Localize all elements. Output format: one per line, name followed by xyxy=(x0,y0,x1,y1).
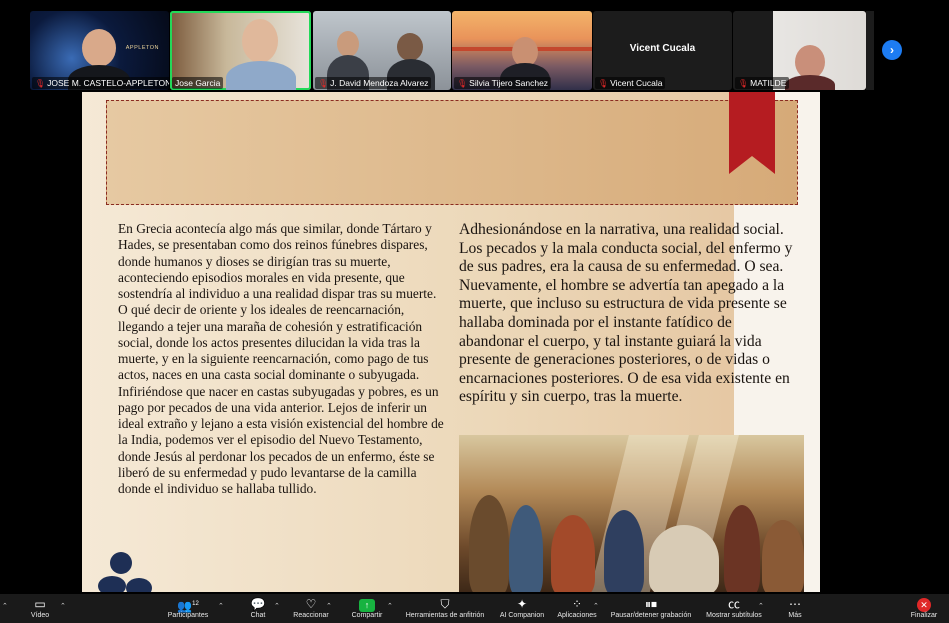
next-page-chevron-icon[interactable]: › xyxy=(882,40,902,60)
participant-body xyxy=(785,75,835,90)
painting-figure xyxy=(604,510,644,592)
document-header-banner xyxy=(106,100,798,205)
participant-name-tag: 🎙 JOSE M. CASTELO-APPLETON xyxy=(32,77,169,89)
apps-caret-icon[interactable]: ⌃ xyxy=(593,602,599,610)
decorative-dot xyxy=(126,578,152,592)
participants-caret-icon[interactable]: ⌃ xyxy=(218,602,224,610)
participant-name-tag: 🎙 MATILDE xyxy=(735,77,790,89)
painting-figure xyxy=(762,520,804,592)
decorative-dot xyxy=(98,576,126,592)
participant-name-tag: 🎙 J. David Mendoza Alvarez xyxy=(315,77,432,89)
painting-figure xyxy=(649,525,719,592)
participant-name-tag: 🎙 Silvia Tijero Sanchez xyxy=(454,77,552,89)
chat-caret-icon[interactable]: ⌃ xyxy=(274,602,280,610)
participant-face xyxy=(337,31,359,57)
video-camera-icon: ▭ xyxy=(34,597,46,611)
reactions-caret-icon[interactable]: ⌃ xyxy=(326,602,332,610)
host-tools-button[interactable]: ⛉ Herramientas de anfitrión xyxy=(403,597,487,619)
ai-companion-button[interactable]: ✦ AI Companion xyxy=(497,597,547,619)
shield-icon: ⛉ xyxy=(440,597,450,611)
participant-face xyxy=(795,45,825,79)
mic-off-icon: 🎙 xyxy=(457,78,468,88)
participant-tile[interactable]: Vicent Cucala 🎙 Vicent Cucala xyxy=(593,11,732,90)
mic-off-icon: 🎙 xyxy=(598,78,609,88)
participant-name-tag: Jose Garcia xyxy=(172,77,224,89)
recording-button[interactable]: ⏸⏹ Pausar/detener grabación xyxy=(608,597,694,619)
participants-button[interactable]: 👥12 Participantes xyxy=(162,597,214,619)
close-icon: ✕ xyxy=(917,598,931,612)
chat-bubble-icon: 💬 xyxy=(250,597,266,611)
chat-button[interactable]: 💬 Chat xyxy=(244,597,272,619)
captions-button[interactable]: ㏄ Mostrar subtítulos xyxy=(703,597,765,619)
painting-figure xyxy=(509,505,543,592)
painting-figure xyxy=(469,495,509,592)
participant-tile-active[interactable]: Jose Garcia xyxy=(170,11,311,90)
decorative-dot xyxy=(110,552,132,574)
share-screen-button[interactable]: ↑ Compartir xyxy=(348,597,386,619)
share-arrow-icon: ↑ xyxy=(359,599,375,612)
document-left-column: En Grecia acontecía algo más que similar… xyxy=(118,221,444,496)
meeting-toolbar: ⌃ ▭ Vídeo ⌃ 👥12 Participantes ⌃ 💬 Chat ⌃… xyxy=(0,594,949,623)
captions-caret-icon[interactable]: ⌃ xyxy=(758,602,764,610)
more-button[interactable]: ⋯ Más xyxy=(782,597,808,619)
apps-button[interactable]: ⁘ Aplicaciones xyxy=(556,597,598,619)
more-dots-icon: ⋯ xyxy=(789,597,801,611)
painting-figure xyxy=(724,505,760,592)
participant-body xyxy=(226,61,296,90)
people-icon: 👥12 xyxy=(177,599,199,613)
participant-strip: APPLETON 🎙 JOSE M. CASTELO-APPLETON Jose… xyxy=(0,0,949,94)
participant-tile[interactable]: 🎙 MATILDE xyxy=(733,11,866,90)
mic-off-icon: 🎙 xyxy=(738,78,749,88)
closed-captions-icon: ㏄ xyxy=(727,597,740,611)
audio-options-caret-icon[interactable]: ⌃ xyxy=(2,602,8,610)
apps-grid-icon: ⁘ xyxy=(571,597,583,611)
video-options-caret-icon[interactable]: ⌃ xyxy=(60,602,66,610)
share-caret-icon[interactable]: ⌃ xyxy=(387,602,393,610)
religious-painting-image xyxy=(459,435,804,592)
shared-screen-document: En Grecia acontecía algo más que similar… xyxy=(82,92,820,592)
participant-name-tag: 🎙 Vicent Cucala xyxy=(595,77,666,89)
participant-tile[interactable]: 🎙 Silvia Tijero Sanchez xyxy=(452,11,592,90)
participant-face xyxy=(397,33,423,61)
participant-display-name: Vicent Cucala xyxy=(629,43,696,54)
participant-tile[interactable]: 🎙 J. David Mendoza Alvarez xyxy=(313,11,451,90)
pause-stop-icon: ⏸⏹ xyxy=(644,597,657,611)
participant-tile[interactable]: APPLETON 🎙 JOSE M. CASTELO-APPLETON xyxy=(30,11,169,90)
strip-spacer xyxy=(866,11,874,90)
document-right-column: Adhesionándose en la narrativa, una real… xyxy=(459,221,793,406)
participant-face xyxy=(82,29,116,67)
sparkle-icon: ✦ xyxy=(516,597,528,611)
participant-face xyxy=(242,19,278,63)
mic-off-icon: 🎙 xyxy=(35,78,46,88)
video-button[interactable]: ▭ Vídeo xyxy=(26,597,54,619)
appleton-logo: APPLETON xyxy=(125,45,159,51)
painting-figure xyxy=(551,515,595,592)
end-meeting-button[interactable]: ✕ Finalizar xyxy=(906,597,942,619)
mic-off-icon: 🎙 xyxy=(318,78,329,88)
